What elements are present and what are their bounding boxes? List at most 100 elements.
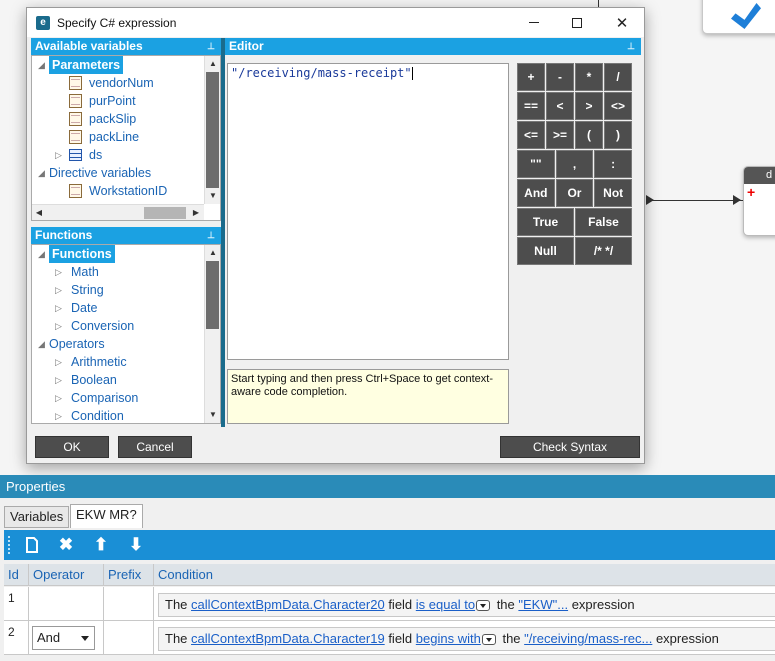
expand-arrow-icon[interactable]: ▷ [55, 407, 62, 423]
tab-variables[interactable]: Variables [4, 506, 70, 528]
scroll-right-icon[interactable]: ▶ [189, 205, 203, 220]
operator-button[interactable]: >= [546, 121, 574, 149]
move-down-button[interactable]: ⬇ [125, 534, 147, 556]
variables-tree[interactable]: ◢ Parameters vendorNum purPoint packSlip pack… [31, 55, 221, 221]
expand-arrow-icon[interactable]: ▷ [55, 353, 62, 371]
scroll-up-icon[interactable]: ▲ [205, 56, 220, 72]
functions-tree[interactable]: ◢ Functions ▷ Math ▷ String ▷ Date ▷ Conversion ◢ O… [31, 244, 221, 424]
scrollbar-thumb[interactable] [144, 207, 186, 219]
tab-ekw-mr[interactable]: EKW MR? [70, 504, 143, 528]
tree-item[interactable]: ▷ Condition [32, 407, 220, 423]
collapse-arrow-icon[interactable]: ◢ [38, 245, 45, 263]
scroll-down-icon[interactable]: ▼ [205, 188, 220, 204]
tree-item[interactable]: ◢ Parameters [32, 56, 220, 74]
collapse-arrow-icon[interactable]: ◢ [38, 56, 45, 74]
pin-icon[interactable]: ⊥ [207, 227, 215, 244]
scroll-up-icon[interactable]: ▲ [205, 245, 220, 261]
operator-button[interactable]: Null [517, 237, 574, 265]
close-button[interactable]: ✕ [599, 8, 645, 37]
row-prefix-cell[interactable] [104, 587, 154, 621]
operator-button[interactable]: And [517, 179, 555, 207]
expand-arrow-icon[interactable]: ▷ [55, 317, 62, 335]
pin-icon[interactable]: ⊥ [207, 38, 215, 55]
operator-button[interactable]: "" [517, 150, 555, 178]
column-header-condition[interactable]: Condition [154, 564, 775, 586]
operator-button[interactable]: <= [517, 121, 545, 149]
tree-item[interactable]: ▷ String [32, 281, 220, 299]
tree-item[interactable]: ▷ Boolean [32, 371, 220, 389]
operator-button[interactable]: ( [575, 121, 603, 149]
operator-button[interactable]: + [517, 63, 545, 91]
operator-button[interactable]: / [604, 63, 632, 91]
delete-condition-button[interactable]: ✖ [55, 534, 77, 556]
expand-arrow-icon[interactable]: ▷ [55, 389, 62, 407]
move-up-button[interactable]: ⬆ [90, 534, 112, 556]
functions-vertical-scrollbar[interactable]: ▲ ▼ [204, 245, 220, 423]
operator-link[interactable]: is equal to [416, 597, 475, 612]
expression-editor[interactable]: "/receiving/mass-receipt" [227, 63, 509, 360]
tree-item[interactable]: purPoint [32, 92, 220, 110]
expand-arrow-icon[interactable]: ▷ [55, 371, 62, 389]
dropdown-icon[interactable] [481, 634, 496, 646]
operator-button[interactable]: , [555, 150, 594, 178]
tree-item[interactable]: ▷ Math [32, 263, 220, 281]
value-link[interactable]: "/receiving/mass-rec... [524, 631, 652, 646]
operator-button[interactable]: : [594, 150, 632, 178]
field-link[interactable]: callContextBpmData.Character19 [191, 631, 385, 646]
tree-item[interactable]: ▷ Date [32, 299, 220, 317]
tree-item[interactable]: vendorNum [32, 74, 220, 92]
tree-item[interactable]: ◢ Directive variables [32, 164, 220, 182]
row-prefix-cell[interactable] [104, 621, 154, 655]
dialog-titlebar[interactable]: e Specify C# expression ✕ [27, 8, 644, 37]
operator-button[interactable]: <> [604, 92, 632, 120]
dropdown-icon[interactable] [476, 600, 491, 612]
row-operator-cell[interactable] [29, 587, 104, 621]
operator-button[interactable]: * [575, 63, 603, 91]
operator-button[interactable]: < [546, 92, 574, 120]
field-link[interactable]: callContextBpmData.Character20 [191, 597, 385, 612]
operator-button[interactable]: True [517, 208, 574, 236]
canvas-action-card[interactable] [702, 0, 775, 34]
operator-button[interactable]: - [546, 63, 574, 91]
tree-item[interactable]: ▷ ds [32, 146, 220, 164]
new-condition-button[interactable] [21, 534, 43, 556]
tree-item[interactable]: packLine [32, 128, 220, 146]
collapse-arrow-icon[interactable]: ◢ [38, 164, 45, 182]
tree-item[interactable]: ▷ Arithmetic [32, 353, 220, 371]
column-header-operator[interactable]: Operator [29, 564, 104, 586]
tree-item[interactable]: ◢ Functions [32, 245, 220, 263]
maximize-button[interactable] [554, 8, 600, 37]
column-header-prefix[interactable]: Prefix [104, 564, 154, 586]
ok-button[interactable]: OK [35, 436, 109, 458]
operator-button[interactable]: /* */ [575, 237, 632, 265]
pin-icon[interactable]: ⊥ [627, 38, 635, 55]
operator-select[interactable]: And [32, 626, 95, 650]
scrollbar-thumb[interactable] [206, 261, 219, 329]
operator-link[interactable]: begins with [416, 631, 481, 646]
operator-button[interactable]: ) [604, 121, 632, 149]
scroll-down-icon[interactable]: ▼ [205, 407, 220, 423]
canvas-workflow-node[interactable]: d + [743, 166, 775, 236]
operator-button[interactable]: > [575, 92, 603, 120]
tree-item[interactable]: packSlip [32, 110, 220, 128]
table-row[interactable]: 1 The callContextBpmData.Character20 fie… [4, 587, 775, 621]
value-link[interactable]: "EKW"... [518, 597, 568, 612]
panel-splitter[interactable] [221, 38, 225, 427]
variables-horizontal-scrollbar[interactable]: ◀ ▶ [32, 204, 204, 220]
tree-item[interactable]: ▷ Conversion [32, 317, 220, 335]
minimize-button[interactable] [511, 8, 557, 37]
expand-arrow-icon[interactable]: ▷ [55, 263, 62, 281]
variables-vertical-scrollbar[interactable]: ▲ ▼ [204, 56, 220, 204]
check-syntax-button[interactable]: Check Syntax [500, 436, 640, 458]
expand-arrow-icon[interactable]: ▷ [55, 281, 62, 299]
expand-arrow-icon[interactable]: ▷ [55, 146, 62, 164]
operator-button[interactable]: Or [555, 179, 594, 207]
scroll-left-icon[interactable]: ◀ [32, 205, 46, 220]
tree-item[interactable]: ◢ Operators [32, 335, 220, 353]
operator-button[interactable]: False [575, 208, 632, 236]
collapse-arrow-icon[interactable]: ◢ [38, 335, 45, 353]
column-header-id[interactable]: Id [4, 564, 29, 586]
add-icon[interactable]: + [747, 184, 755, 200]
scrollbar-thumb[interactable] [206, 72, 219, 188]
operator-button[interactable]: == [517, 92, 545, 120]
